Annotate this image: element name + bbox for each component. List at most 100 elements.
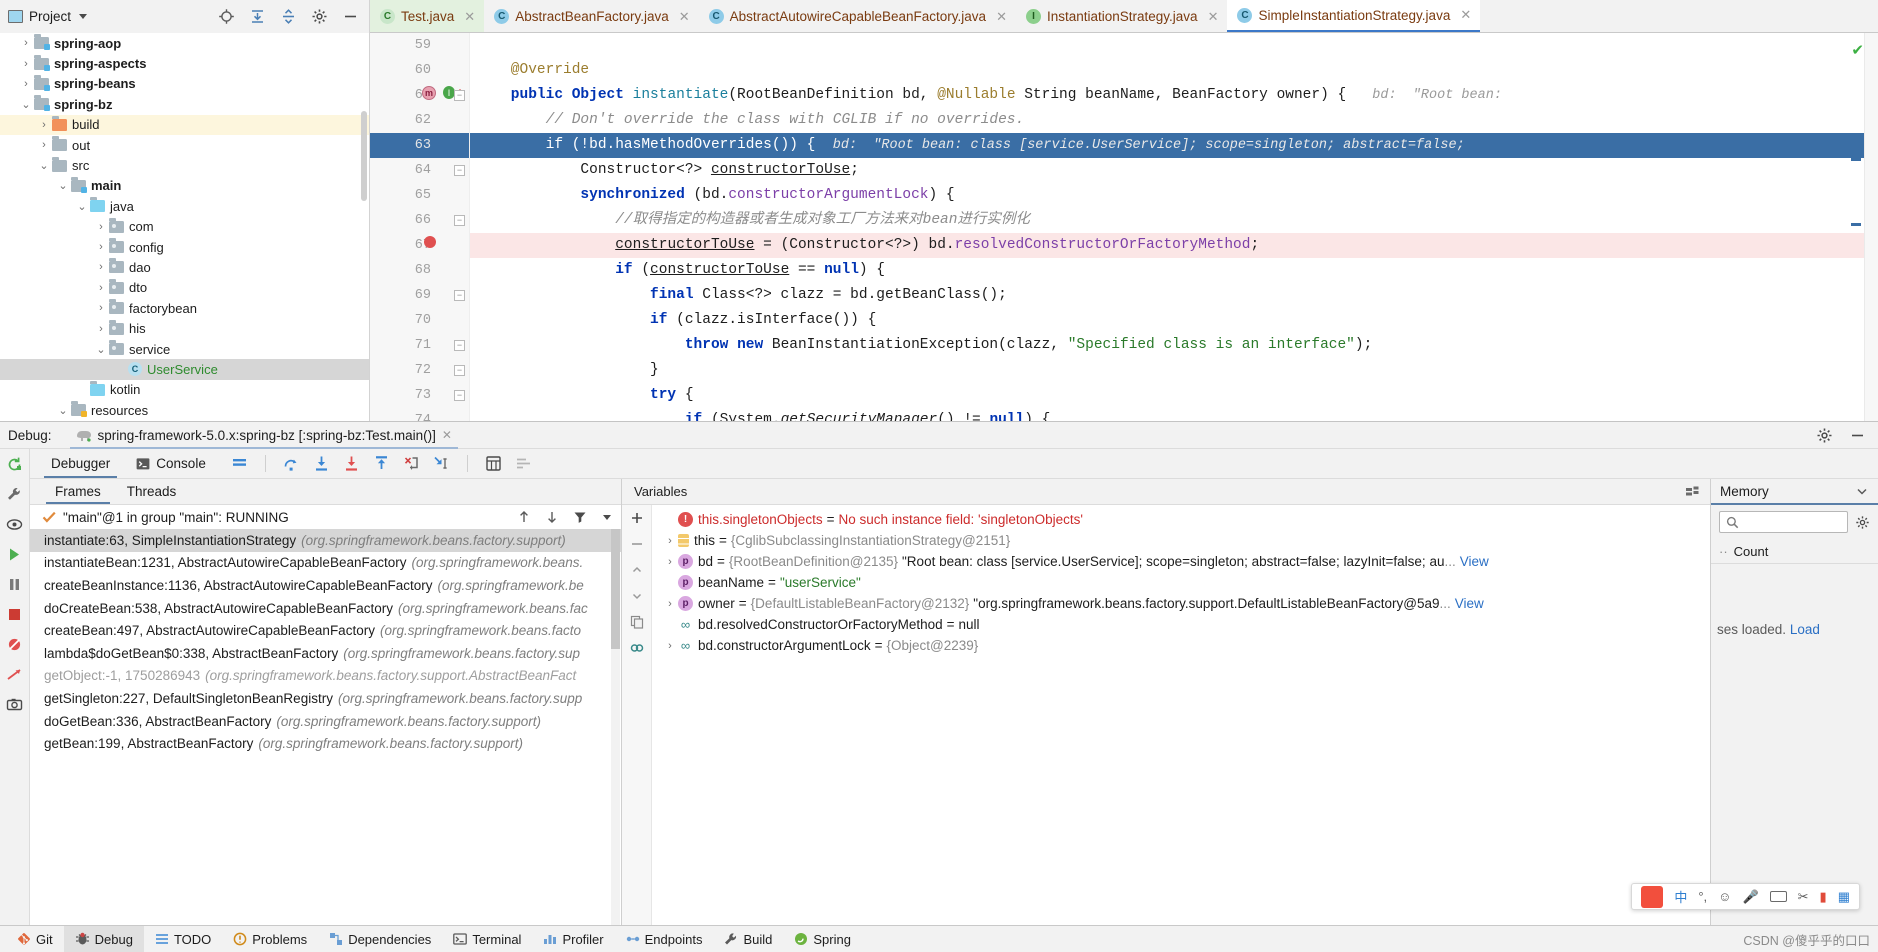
chevron-right-icon[interactable]: › (18, 37, 34, 49)
code-line[interactable]: Constructor<?> constructorToUse; (470, 158, 1878, 183)
drop-frame-icon[interactable] (403, 455, 420, 472)
step-over-icon[interactable] (283, 455, 300, 472)
tree-item-dto[interactable]: › dto (0, 278, 369, 298)
fold-marker-icon[interactable]: − (454, 365, 465, 376)
emoji-icon[interactable]: ☺ (1718, 889, 1731, 904)
code-line-breakpoint[interactable]: constructorToUse = (Constructor<?>) bd.r… (470, 233, 1878, 258)
tree-item-com[interactable]: › com (0, 217, 369, 237)
tree-item-config[interactable]: › config (0, 237, 369, 257)
status-item-debug[interactable]: Debug (63, 925, 144, 952)
status-item-todo[interactable]: TODO (144, 926, 222, 952)
variable-row[interactable]: › p bd = {RootBeanDefinition@2135} "Root… (652, 551, 1710, 572)
variables-list[interactable]: ! this.singletonObjects = No such instan… (652, 505, 1710, 925)
chevron-down-icon[interactable]: ⌄ (55, 404, 71, 417)
variable-row[interactable]: › this = {CglibSubclassingInstantiationS… (652, 530, 1710, 551)
tab-debugger[interactable]: Debugger (38, 449, 123, 478)
up-icon[interactable] (630, 563, 644, 577)
chevron-right-icon[interactable]: › (93, 302, 109, 314)
tree-item-out[interactable]: › out (0, 135, 369, 155)
resume-program-icon[interactable] (6, 546, 23, 563)
load-link[interactable]: Load (1790, 622, 1820, 637)
chevron-down-icon[interactable]: ⌄ (36, 159, 52, 172)
inspection-ok-icon[interactable]: ✔ (1851, 41, 1864, 59)
step-into-icon[interactable] (313, 455, 330, 472)
fold-marker-icon[interactable]: − (454, 290, 465, 301)
fold-marker-icon[interactable]: − (454, 165, 465, 176)
code-line-current[interactable]: if (!bd.hasMethodOverrides()) { bd: "Roo… (470, 133, 1878, 158)
editor-gutter[interactable]: 59 60 61 62 63 64 65 66 67 68 69 70 71 7… (370, 33, 470, 421)
tree-item-factorybean[interactable]: › factorybean (0, 298, 369, 318)
frame-row[interactable]: getBean:199, AbstractBeanFactory (org.sp… (30, 732, 621, 755)
tab-threads[interactable]: Threads (114, 479, 190, 504)
chevron-down-icon[interactable]: ⌄ (18, 98, 34, 111)
settings-icon[interactable] (515, 455, 532, 472)
down-arrow-icon[interactable] (545, 510, 559, 524)
fold-marker-icon[interactable]: − (454, 90, 465, 101)
chevron-right-icon[interactable]: › (662, 535, 678, 547)
fold-marker-icon[interactable]: − (454, 340, 465, 351)
keyboard-icon[interactable] (1769, 891, 1787, 902)
code-editor[interactable]: 59 60 61 62 63 64 65 66 67 68 69 70 71 7… (370, 33, 1878, 421)
close-icon[interactable]: ✕ (996, 9, 1007, 25)
variable-row[interactable]: › p owner = {DefaultListableBeanFactory@… (652, 593, 1710, 614)
mute-breakpoints-icon[interactable] (231, 455, 248, 472)
tree-item-spring-bz[interactable]: ⌄ spring-bz (0, 94, 369, 114)
chevron-right-icon[interactable]: › (18, 58, 34, 70)
frame-row[interactable]: doGetBean:336, AbstractBeanFactory (org.… (30, 710, 621, 733)
view-breakpoints-icon[interactable] (6, 516, 23, 533)
tree-item-service[interactable]: ⌄ service (0, 339, 369, 359)
chevron-right-icon[interactable]: › (93, 323, 109, 335)
tree-item-spring-aspects[interactable]: › spring-aspects (0, 53, 369, 73)
chevron-down-icon[interactable] (79, 14, 88, 19)
camera-icon[interactable] (6, 696, 23, 713)
briefcase-icon[interactable]: ▮ (1820, 889, 1827, 905)
status-item-terminal[interactable]: Terminal (442, 926, 532, 952)
tree-item-resources[interactable]: ⌄ resources (0, 400, 369, 420)
status-item-build[interactable]: Build (713, 926, 783, 952)
chevron-down-icon[interactable] (1855, 484, 1869, 498)
evaluate-expression-icon[interactable] (485, 455, 502, 472)
tree-item-dao[interactable]: › dao (0, 257, 369, 277)
editor-tab-test[interactable]: C Test.java ✕ (370, 0, 485, 32)
frames-list[interactable]: instantiate:63, SimpleInstantiationStrat… (30, 529, 621, 925)
close-icon[interactable]: ✕ (442, 428, 452, 442)
editor-tab-abstractbeanfactory[interactable]: C AbstractBeanFactory.java ✕ (484, 0, 698, 32)
run-configuration-tab[interactable]: spring-framework-5.0.x:spring-bz [:sprin… (69, 422, 459, 449)
variable-row[interactable]: › ∞ bd.constructorArgumentLock = {Object… (652, 635, 1710, 656)
collapse-all-icon[interactable] (249, 8, 266, 25)
chevron-down-icon[interactable]: ⌄ (74, 200, 90, 213)
frame-row[interactable]: getObject:-1, 1750286943 (org.springfram… (30, 665, 621, 688)
code-line[interactable] (470, 33, 1878, 58)
tree-item-build[interactable]: › build (0, 114, 369, 135)
tab-console[interactable]: Console (123, 449, 219, 478)
status-item-spring[interactable]: Spring (783, 926, 862, 952)
chevron-right-icon[interactable]: › (93, 241, 109, 253)
minimize-icon[interactable] (1849, 427, 1866, 444)
expand-icon[interactable] (280, 8, 297, 25)
chevron-down-icon[interactable] (603, 514, 611, 520)
mute-breakpoints-icon[interactable] (6, 636, 23, 653)
pause-icon[interactable] (6, 576, 23, 593)
run-to-cursor-icon[interactable] (433, 455, 450, 472)
filter-icon[interactable] (573, 510, 587, 524)
frame-row[interactable]: doCreateBean:538, AbstractAutowireCapabl… (30, 597, 621, 620)
code-line[interactable]: // Don't override the class with CGLIB i… (470, 108, 1878, 133)
search-input[interactable] (1719, 511, 1848, 533)
frame-row[interactable]: getSingleton:227, DefaultSingletonBeanRe… (30, 687, 621, 710)
layout-icon[interactable] (1685, 484, 1700, 499)
code-line[interactable]: } (470, 358, 1878, 383)
memory-header[interactable]: Memory (1711, 479, 1878, 505)
thread-row[interactable]: "main"@1 in group "main": RUNNING (30, 505, 621, 529)
chevron-down-icon[interactable]: ⌄ (55, 179, 71, 192)
editor-tab-simpleinstantiationstrategy[interactable]: C SimpleInstantiationStrategy.java ✕ (1227, 0, 1481, 32)
chevron-right-icon[interactable]: › (36, 119, 52, 131)
code-line[interactable]: public Object instantiate(RootBeanDefini… (470, 83, 1878, 108)
tree-item-src[interactable]: ⌄ src (0, 155, 369, 175)
fold-marker-icon[interactable]: − (454, 215, 465, 226)
chevron-right-icon[interactable]: › (93, 282, 109, 294)
chevron-right-icon[interactable]: › (93, 221, 109, 233)
tree-item-spring-aop[interactable]: › spring-aop (0, 33, 369, 53)
code-lines[interactable]: @Override public Object instantiate(Root… (470, 33, 1878, 421)
tree-item-kotlin[interactable]: › kotlin (0, 380, 369, 400)
code-line[interactable]: //取得指定的构造器或者生成对象工厂方法来对bean进行实例化 (470, 208, 1878, 233)
